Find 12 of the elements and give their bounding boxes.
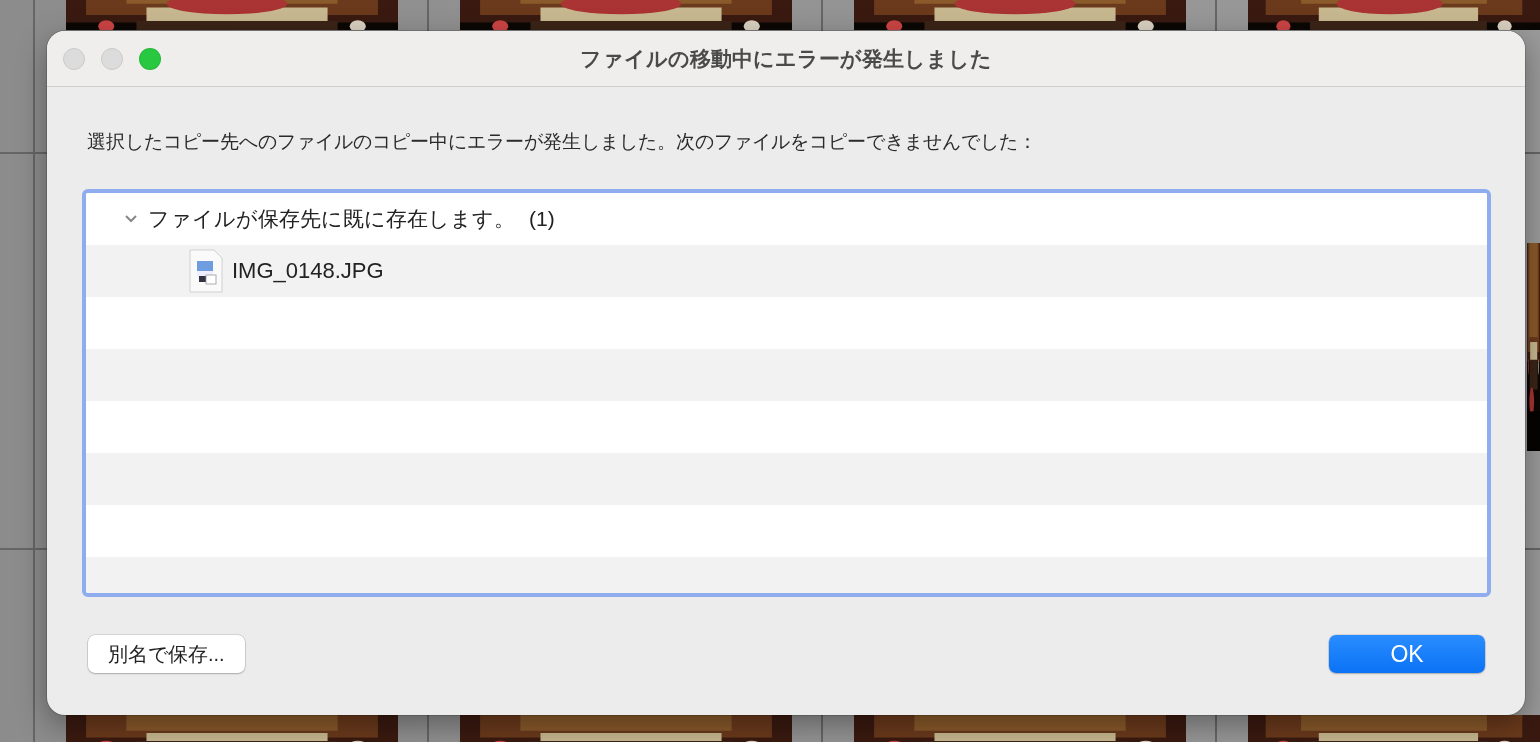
zoom-button[interactable] (139, 47, 161, 70)
window-title: ファイルの移動中にエラーが発生しました (580, 45, 992, 72)
save-as-button[interactable]: 別名で保存... (88, 635, 245, 673)
image-file-icon (188, 249, 224, 293)
ok-button[interactable]: OK (1329, 635, 1485, 673)
error-message: 選択したコピー先へのファイルのコピー中にエラーが発生しました。次のファイルをコピーできませんでした： (87, 130, 1038, 154)
file-name: IMG_0148.JPG (232, 258, 384, 284)
minimize-button[interactable] (101, 47, 123, 70)
close-button[interactable] (63, 47, 85, 70)
group-label: ファイルが保存先に既に存在します。 (148, 206, 515, 232)
disclosure-chevron-icon[interactable] (124, 214, 138, 224)
item-count: (1) (529, 207, 555, 231)
